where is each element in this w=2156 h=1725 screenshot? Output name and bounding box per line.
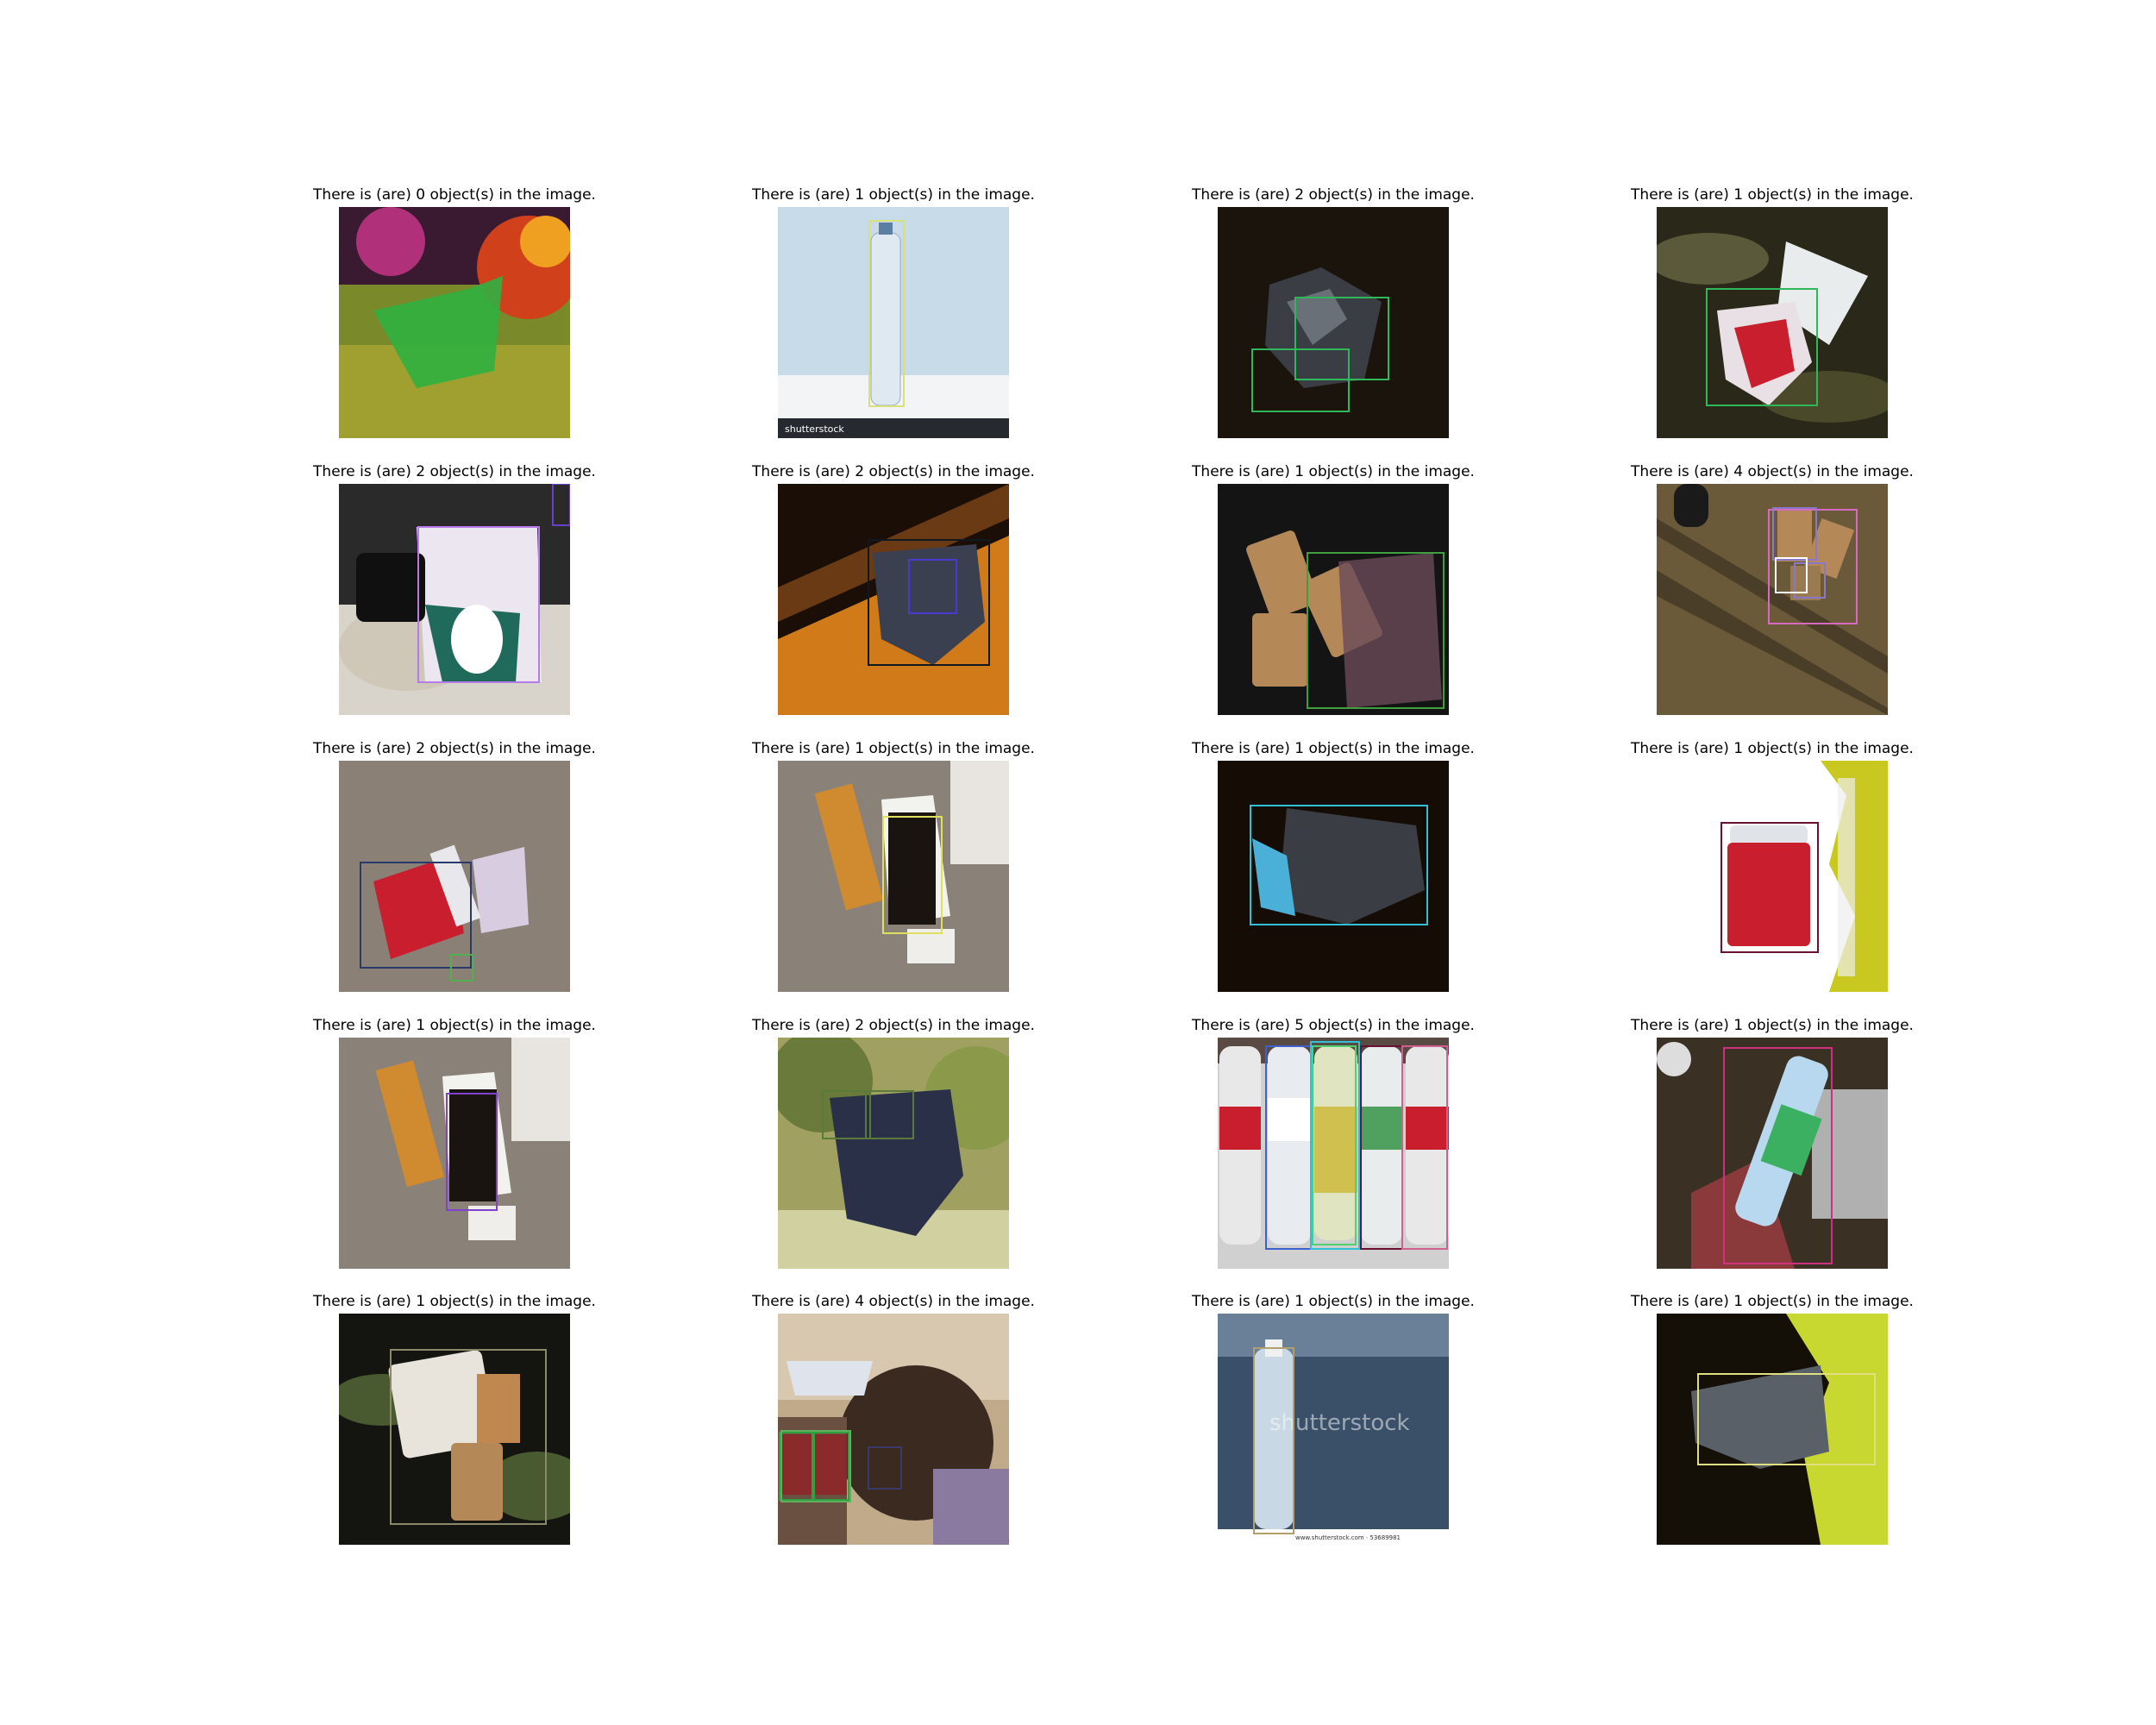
image-caption: There is (are) 1 object(s) in the image.	[313, 1017, 596, 1034]
image-thumbnail	[1657, 1038, 1888, 1269]
grid-cell-7: There is (are) 1 object(s) in the image.	[1152, 462, 1514, 738]
image-thumbnail	[1657, 207, 1888, 438]
image-thumbnail	[1218, 207, 1449, 438]
grid-cell-11: There is (are) 1 object(s) in the image.	[1152, 739, 1514, 1015]
image-caption: There is (are) 2 object(s) in the image.	[752, 463, 1035, 480]
grid-cell-13: There is (are) 1 object(s) in the image.	[273, 1016, 636, 1292]
grid-cell-20: There is (are) 1 object(s) in the image.	[1591, 1292, 1953, 1568]
grid-cell-2: There is (are) 1 object(s) in the image.…	[712, 185, 1075, 461]
image-thumbnail: shutterstock	[778, 207, 1009, 438]
image-caption: There is (are) 2 object(s) in the image.	[313, 740, 596, 757]
image-thumbnail	[339, 484, 570, 715]
image-grid: There is (are) 0 object(s) in the image.…	[0, 0, 2156, 1725]
image-caption: There is (are) 2 object(s) in the image.	[1192, 186, 1475, 204]
grid-cell-18: There is (are) 4 object(s) in the image.	[712, 1292, 1075, 1568]
image-caption: There is (are) 1 object(s) in the image.	[1631, 1017, 1914, 1034]
image-caption: There is (are) 5 object(s) in the image.	[1192, 1017, 1475, 1034]
grid-cell-1: There is (are) 0 object(s) in the image.	[273, 185, 636, 461]
image-thumbnail	[339, 207, 570, 438]
image-caption: There is (are) 1 object(s) in the image.	[1192, 1293, 1475, 1310]
image-thumbnail	[339, 761, 570, 992]
image-caption: There is (are) 1 object(s) in the image.	[1192, 740, 1475, 757]
grid-cell-15: There is (are) 5 object(s) in the image.	[1152, 1016, 1514, 1292]
image-caption: There is (are) 2 object(s) in the image.	[752, 1017, 1035, 1034]
grid-cell-17: There is (are) 1 object(s) in the image.	[273, 1292, 636, 1568]
image-caption: There is (are) 0 object(s) in the image.	[313, 186, 596, 204]
image-thumbnail: www.shutterstock.com · 53689981 shutters…	[1218, 1314, 1449, 1545]
image-caption: There is (are) 1 object(s) in the image.	[1192, 463, 1475, 480]
image-caption: There is (are) 4 object(s) in the image.	[752, 1293, 1035, 1310]
image-thumbnail	[1218, 484, 1449, 715]
image-caption: There is (are) 1 object(s) in the image.	[752, 740, 1035, 757]
image-thumbnail	[778, 1038, 1009, 1269]
image-thumbnail	[1657, 761, 1888, 992]
grid-cell-5: There is (are) 2 object(s) in the image.	[273, 462, 636, 738]
shutterstock-watermark: shutterstock	[1269, 1410, 1410, 1436]
grid-cell-8: There is (are) 4 object(s) in the image.	[1591, 462, 1953, 738]
shutterstock-watermark: shutterstock	[785, 423, 844, 435]
image-thumbnail	[1218, 761, 1449, 992]
image-caption: There is (are) 1 object(s) in the image.	[313, 1293, 596, 1310]
image-caption: There is (are) 1 object(s) in the image.	[1631, 1293, 1914, 1310]
grid-cell-19: There is (are) 1 object(s) in the image.…	[1152, 1292, 1514, 1568]
image-thumbnail	[778, 1314, 1009, 1545]
image-caption: There is (are) 4 object(s) in the image.	[1631, 463, 1914, 480]
image-thumbnail	[339, 1314, 570, 1545]
image-caption: There is (are) 1 object(s) in the image.	[1631, 186, 1914, 204]
image-caption: There is (are) 1 object(s) in the image.	[752, 186, 1035, 204]
image-thumbnail	[1657, 484, 1888, 715]
image-thumbnail	[778, 761, 1009, 992]
image-thumbnail	[339, 1038, 570, 1269]
grid-cell-6: There is (are) 2 object(s) in the image.	[712, 462, 1075, 738]
image-caption: There is (are) 2 object(s) in the image.	[313, 463, 596, 480]
shutterstock-url: www.shutterstock.com · 53689981	[1295, 1534, 1401, 1541]
image-caption: There is (are) 1 object(s) in the image.	[1631, 740, 1914, 757]
image-thumbnail	[778, 484, 1009, 715]
grid-cell-10: There is (are) 1 object(s) in the image.	[712, 739, 1075, 1015]
grid-cell-3: There is (are) 2 object(s) in the image.	[1152, 185, 1514, 461]
grid-cell-16: There is (are) 1 object(s) in the image.	[1591, 1016, 1953, 1292]
grid-cell-4: There is (are) 1 object(s) in the image.	[1591, 185, 1953, 461]
grid-cell-12: There is (are) 1 object(s) in the image.	[1591, 739, 1953, 1015]
grid-cell-9: There is (are) 2 object(s) in the image.	[273, 739, 636, 1015]
image-thumbnail	[1657, 1314, 1888, 1545]
image-thumbnail	[1218, 1038, 1449, 1269]
grid-cell-14: There is (are) 2 object(s) in the image.	[712, 1016, 1075, 1292]
